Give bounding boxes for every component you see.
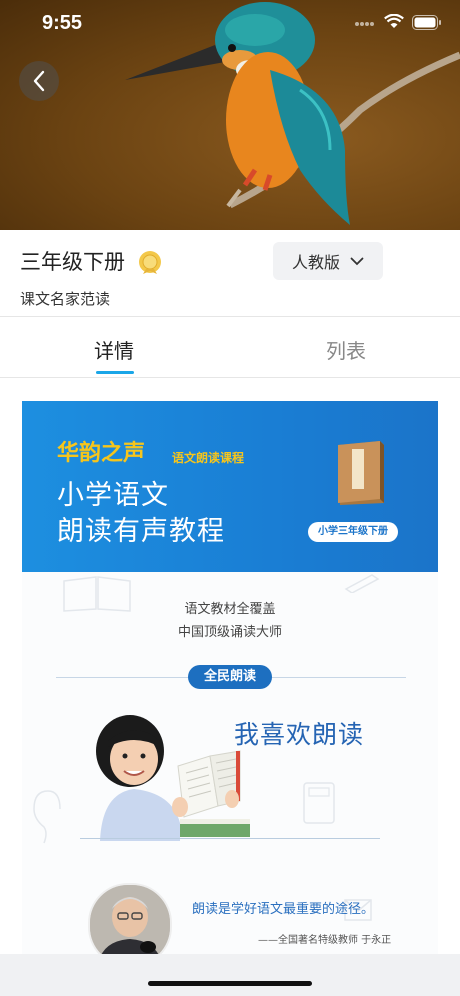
hero-image: 9:55 <box>0 0 460 230</box>
divider-line <box>80 838 380 839</box>
tab-bar: 详情 列表 <box>0 317 460 377</box>
wifi-icon <box>384 13 404 34</box>
back-button[interactable] <box>19 61 59 101</box>
edition-dropdown[interactable]: 人教版 <box>273 242 383 280</box>
battery-icon <box>412 14 442 34</box>
course-banner: 华韵之声 语文朗读课程 小学语文 朗读有声教程 小学三年级下册 <box>22 401 438 572</box>
book-subtitle: 课文名家范读 <box>20 290 111 308</box>
banner-title-line2: 朗读有声教程 <box>57 516 225 547</box>
home-indicator[interactable] <box>148 981 312 986</box>
status-bar: 9:55 <box>0 0 460 50</box>
banner-course: 语文朗读课程 <box>172 451 245 465</box>
banner-title-line1: 小学语文 <box>57 480 169 511</box>
calculator-outline-icon <box>303 782 335 824</box>
bottom-bar <box>0 954 460 996</box>
reading-badge: 全民朗读 <box>188 665 272 689</box>
medal-icon <box>137 249 163 279</box>
divider <box>0 377 460 378</box>
book-title: 三年级下册 <box>20 250 125 274</box>
chevron-left-icon <box>33 70 45 92</box>
edition-label: 人教版 <box>291 253 340 272</box>
girl-reading-photo <box>96 715 250 841</box>
status-time: 9:55 <box>42 12 83 34</box>
teacher-portrait <box>90 885 170 961</box>
chevron-down-icon <box>350 257 364 265</box>
grade-pill: 小学三年级下册 <box>308 522 398 542</box>
intro-line1: 语文教材全覆盖 <box>184 602 276 617</box>
ear-outline-icon <box>33 790 61 844</box>
status-icons <box>354 13 442 34</box>
detail-content: 华韵之声 语文朗读课程 小学语文 朗读有声教程 小学三年级下册 语文教材全覆盖 … <box>22 401 438 961</box>
signal-icon <box>354 19 376 30</box>
book-header: 三年级下册 课文名家范读 人教版 <box>0 230 460 316</box>
quote-text: 朗读是学好语文最重要的途径。 <box>192 902 375 917</box>
quote-attribution: ——全国著名特级教师 于永正 <box>258 935 392 946</box>
banner-brand: 华韵之声 <box>57 441 146 466</box>
intro-line2: 中国顶级诵读大师 <box>177 625 282 640</box>
teacher-avatar <box>88 883 172 961</box>
pencil-outline-icon <box>344 574 380 593</box>
book-box-icon <box>338 441 384 505</box>
tab-list[interactable]: 列表 <box>326 335 366 364</box>
tab-indicator <box>96 371 134 374</box>
tab-details[interactable]: 详情 <box>94 335 134 364</box>
